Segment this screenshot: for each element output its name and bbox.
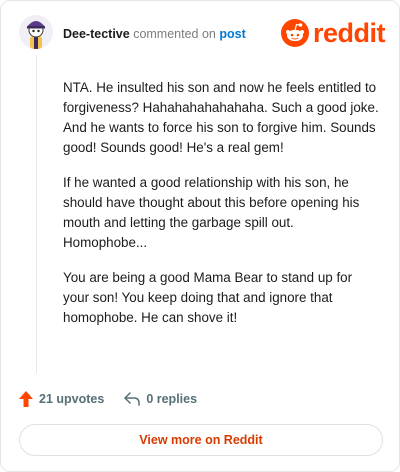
reddit-alien-icon: [280, 19, 309, 47]
thread-line: [36, 55, 37, 373]
comment-header: Dee-tective commented on post reddit: [19, 15, 386, 55]
commented-on-label: commented on: [133, 27, 216, 41]
comment-paragraph: You are being a good Mama Bear to stand …: [63, 270, 353, 325]
reddit-wordmark: reddit: [312, 18, 386, 48]
user-avatar[interactable]: [19, 15, 53, 49]
author-name[interactable]: Dee-tective: [63, 27, 130, 41]
author-line: Dee-tective commented on post: [63, 27, 246, 41]
comment-body: NTA. He insulted his son and now he feel…: [63, 78, 379, 343]
reply-count: 0 replies: [146, 392, 198, 406]
reddit-logo[interactable]: reddit: [280, 18, 386, 48]
post-link[interactable]: post: [219, 27, 245, 41]
comment-paragraph: If he wanted a good relationship with hi…: [63, 175, 360, 250]
comment-actions: 21 upvotes 0 replies: [19, 389, 197, 409]
upvote-count: 21 upvotes: [39, 392, 105, 406]
reply-arrow-icon: [124, 392, 141, 406]
upvote-arrow-icon: [19, 391, 33, 407]
reddit-comment-embed: Dee-tective commented on post reddit NTA…: [0, 0, 400, 472]
view-more-on-reddit-button[interactable]: View more on Reddit: [19, 424, 383, 456]
upvote-button[interactable]: 21 upvotes: [19, 391, 104, 407]
avatar-illustration-icon: [19, 15, 53, 49]
reply-button[interactable]: 0 replies: [124, 392, 197, 406]
comment-paragraph: NTA. He insulted his son and now he feel…: [63, 80, 379, 155]
